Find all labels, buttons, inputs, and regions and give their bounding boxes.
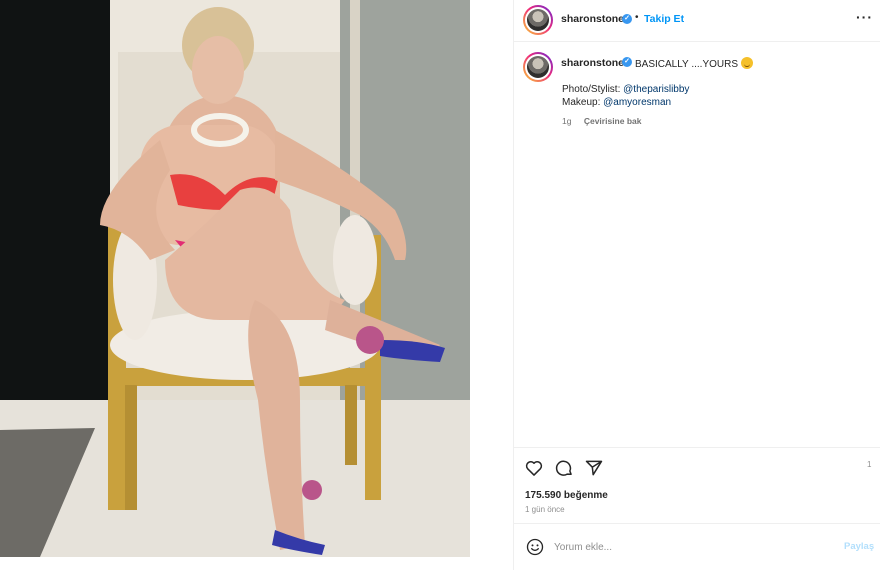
post-comment-button[interactable]: Paylaş [844,541,874,552]
verified-badge-icon: ✓ [622,57,632,67]
paper-plane-icon[interactable] [584,458,604,478]
smiley-icon[interactable] [525,537,545,557]
smiling-face-emoji-icon [741,57,754,69]
comment-form: Paylaş [514,523,880,570]
caption-line-makeup: Makeup: @amyoresman [562,97,672,108]
post-photo [0,0,470,557]
post-header: sharonstone ✓ • Takip Et ··· [514,0,880,42]
caption-age: 1g [562,116,572,126]
caption-text: BASICALLY ....YOURS [635,57,754,70]
mention-link[interactable]: @amyoresman [603,97,671,108]
caption-line-stylist: Photo/Stylist: @theparislibby [562,84,690,95]
more-options-icon[interactable]: ··· [856,9,873,25]
follow-button[interactable]: Takip Et [644,13,684,25]
caption-meta: 1g Çevirisine bak [562,116,641,126]
post-media-image[interactable] [0,0,470,557]
comment-icon[interactable] [554,458,574,478]
verified-badge-icon: ✓ [622,14,632,24]
comment-input[interactable] [554,537,824,557]
author-avatar[interactable] [523,5,553,35]
bookmark-icon[interactable]: 1 [867,460,871,469]
see-translation-button[interactable]: Çevirisine bak [584,116,642,126]
separator-dot: • [635,12,639,23]
post-time: 1 gün önce [525,505,565,514]
like-count[interactable]: 175.590 beğenme [525,490,608,501]
post-details-panel: sharonstone ✓ • Takip Et ··· sharonstone… [514,0,880,570]
action-bar: 1 175.590 beğenme 1 gün önce [514,447,880,523]
mention-link[interactable]: @theparislibby [623,84,689,95]
caption-author-username[interactable]: sharonstone [561,57,624,69]
heart-icon[interactable] [524,458,544,478]
author-username[interactable]: sharonstone [561,13,624,25]
caption-author-avatar[interactable] [523,52,553,82]
